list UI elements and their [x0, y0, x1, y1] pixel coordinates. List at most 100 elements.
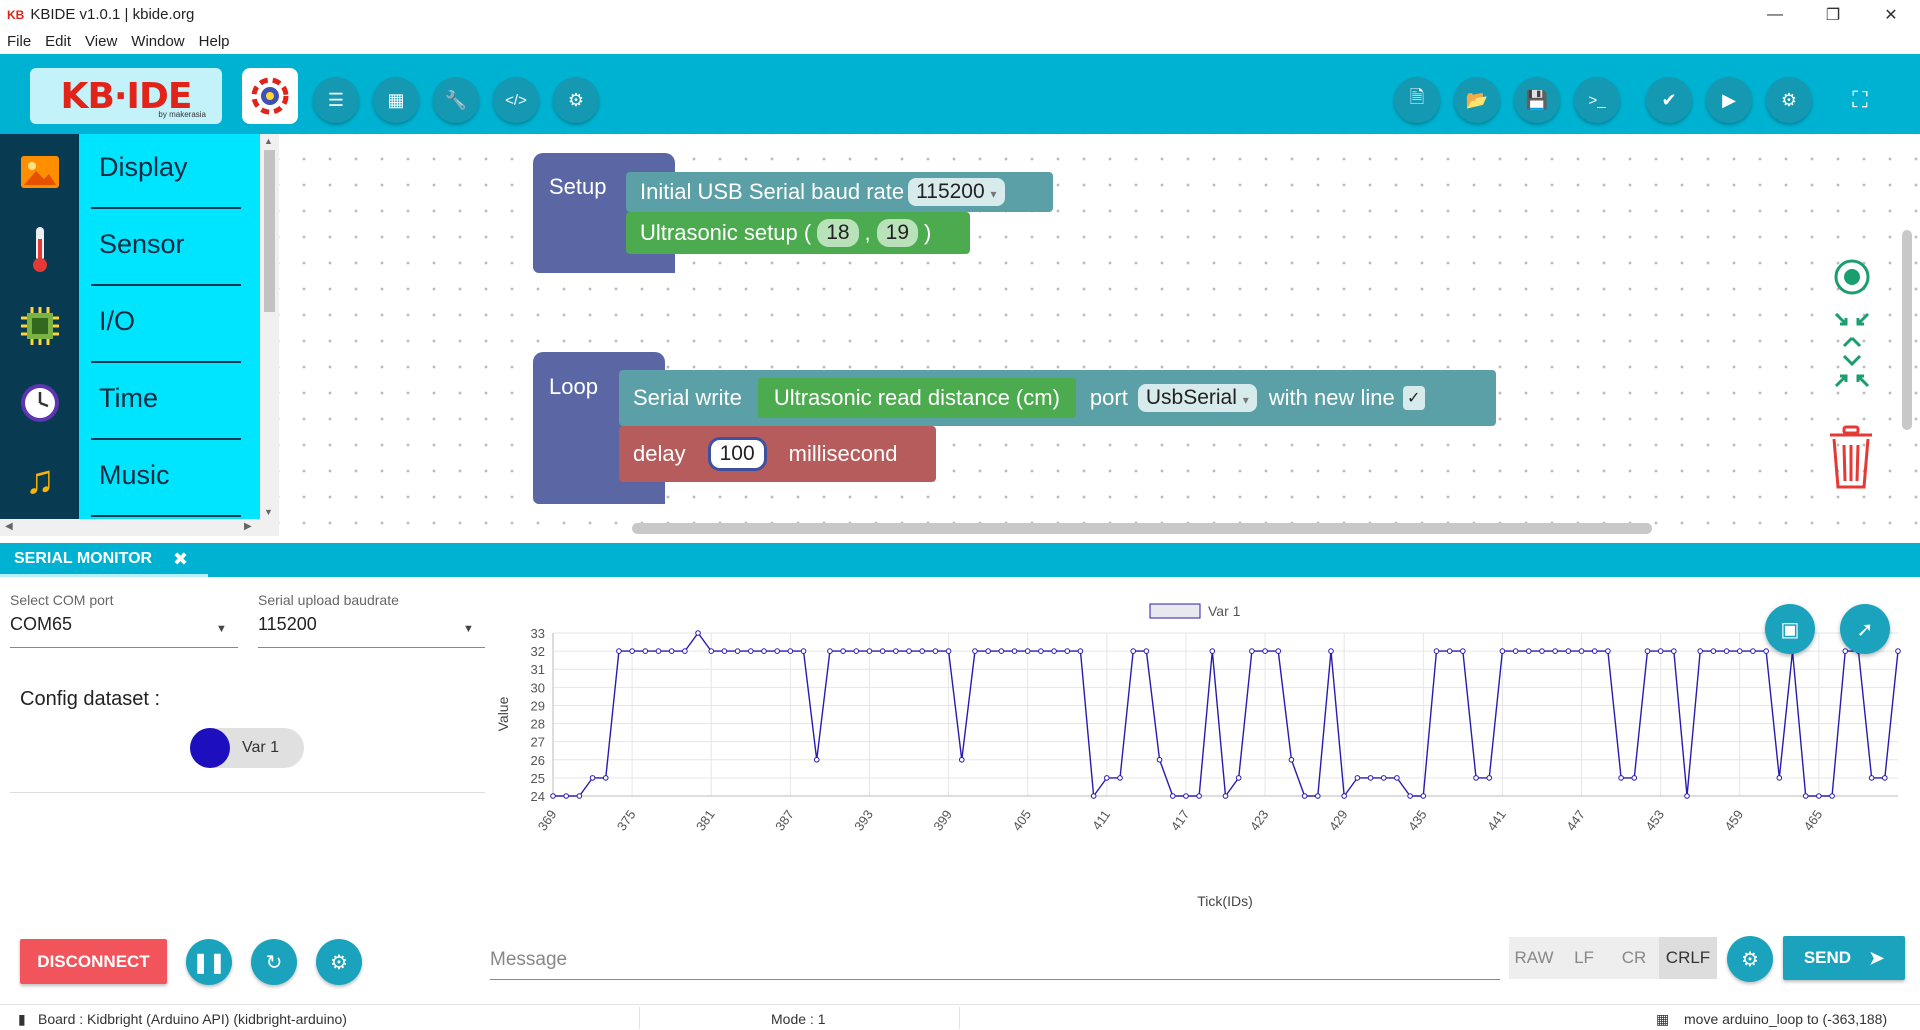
data-point	[1512, 648, 1519, 654]
workspace-vscrollbar[interactable]	[1902, 230, 1912, 430]
board-chip-icon[interactable]: ▦	[373, 77, 419, 123]
data-point	[655, 648, 662, 654]
category-label: Time	[99, 383, 158, 413]
chart-toggle-icon[interactable]: ➚	[1840, 604, 1890, 654]
data-point	[1578, 648, 1585, 654]
new-file-icon[interactable]: 🗎	[1394, 77, 1440, 123]
send-settings-icon[interactable]: ⚙	[1727, 936, 1773, 982]
message-input[interactable]: Message	[490, 940, 1500, 980]
port-dropdown[interactable]: UsbSerial ▾	[1137, 384, 1257, 412]
terminal-icon[interactable]: >_	[1574, 77, 1620, 123]
serial-baud-block[interactable]: Initial USB Serial baud rate 115200 ▾	[626, 172, 1053, 212]
settings-cogs-icon[interactable]: ⚙	[1766, 77, 1812, 123]
menu-file[interactable]: File	[7, 33, 31, 50]
wrench-icon[interactable]: 🔧	[433, 77, 479, 123]
serial-write-block[interactable]: Serial write Ultrasonic read distance (c…	[619, 370, 1496, 426]
newline-checkbox[interactable]: ✓	[1402, 386, 1425, 410]
minimize-button[interactable]: —	[1746, 0, 1804, 29]
com-port-value: COM65	[10, 614, 73, 634]
workspace-hscrollbar[interactable]	[632, 523, 1652, 534]
data-point	[1433, 648, 1440, 654]
data-point	[629, 648, 635, 654]
delay-block[interactable]: delay 100 millisecond	[619, 426, 936, 482]
check-icon[interactable]: ✔	[1646, 77, 1692, 123]
trash-icon[interactable]	[1825, 424, 1877, 492]
data-point	[774, 648, 780, 654]
recenter-icon[interactable]	[1833, 258, 1871, 296]
trig-pin-input[interactable]: 18	[817, 219, 859, 247]
close-window-button[interactable]: ✕	[1862, 0, 1920, 29]
delay-input[interactable]: 100	[707, 437, 767, 471]
restore-button[interactable]: ❐	[1804, 0, 1862, 29]
y-tick-label: 30	[531, 680, 545, 695]
baud-dropdown[interactable]: 115200 ▾	[908, 178, 1005, 206]
code-icon[interactable]: </>	[493, 77, 539, 123]
save-icon[interactable]: 💾	[1514, 77, 1560, 123]
category-sensor[interactable]: Sensor	[0, 211, 260, 288]
x-axis-label: Tick(IDs)	[1197, 893, 1252, 909]
data-point	[879, 648, 886, 654]
fullscreen-icon[interactable]: ⛶	[1837, 77, 1883, 123]
data-point	[1684, 793, 1690, 799]
run-icon[interactable]: ▶	[1706, 77, 1752, 123]
blockly-workspace[interactable]: Setup Initial USB Serial baud rate 11520…	[279, 134, 1920, 536]
data-point	[747, 648, 754, 654]
baudrate-select[interactable]: Serial upload baudrate 115200 ▼	[258, 592, 485, 648]
category-scrollbar[interactable]: ▲ ▼	[260, 134, 279, 519]
pause-icon[interactable]: ❚❚	[186, 939, 232, 985]
serial-plot: 24 25 26 27 28 29 30 31 32 33 369 375 381 387 393 399 40…	[490, 596, 1910, 916]
menu-edit[interactable]: Edit	[45, 33, 71, 50]
refresh-icon[interactable]: ↻	[251, 939, 297, 985]
send-button[interactable]: SEND ➤	[1783, 936, 1905, 980]
line-ending-crlf[interactable]: CRLF	[1659, 937, 1717, 979]
x-tick-label: 447	[1563, 807, 1588, 833]
data-point	[932, 648, 939, 654]
menu-window[interactable]: Window	[131, 33, 184, 50]
disconnect-button[interactable]: DISCONNECT	[20, 939, 167, 984]
line-ending-lf[interactable]: LF	[1559, 937, 1609, 979]
data-point	[550, 793, 556, 799]
category-time[interactable]: Time	[0, 365, 260, 442]
close-tab-icon[interactable]: ✖	[173, 549, 188, 570]
line-ending-raw[interactable]: RAW	[1509, 937, 1559, 979]
plugins-icon[interactable]: ☰	[313, 77, 359, 123]
delay-text: delay	[633, 441, 686, 466]
x-tick-label: 435	[1405, 807, 1430, 833]
category-panel: Display Sensor I/O Time ♫ Music	[0, 134, 260, 519]
clock-icon	[18, 381, 62, 425]
data-point	[1605, 648, 1611, 654]
gear-icon[interactable]: ⚙	[553, 77, 599, 123]
data-point	[1882, 775, 1888, 781]
data-point	[919, 648, 926, 654]
mode-status: Mode : 1	[771, 1011, 826, 1027]
ultrasonic-setup-block[interactable]: Ultrasonic setup ( 18 , 19 )	[626, 212, 970, 254]
category-io[interactable]: I/O	[0, 288, 260, 365]
dataset-chip[interactable]: Var 1	[190, 728, 304, 768]
data-point	[1011, 648, 1018, 654]
y-tick-label: 26	[531, 753, 545, 768]
data-point	[1341, 793, 1347, 799]
com-port-select[interactable]: Select COM port COM65 ▼	[10, 592, 238, 648]
category-hscrollbar[interactable]: ◀ ▶	[0, 519, 279, 536]
x-tick-label: 459	[1721, 807, 1746, 833]
chip-icon	[18, 304, 62, 348]
category-music[interactable]: ♫ Music	[0, 442, 260, 519]
data-point	[563, 793, 569, 799]
board-logo[interactable]	[242, 68, 298, 124]
data-point	[813, 756, 820, 763]
line-ending-cr[interactable]: CR	[1609, 937, 1659, 979]
screenshot-icon[interactable]: ▣	[1765, 604, 1815, 654]
zoom-fit-icon[interactable]	[1830, 310, 1874, 390]
data-point	[1315, 793, 1321, 799]
x-tick-label: 441	[1484, 807, 1509, 833]
serial-settings-icon[interactable]: ⚙	[316, 939, 362, 985]
data-point	[1235, 775, 1242, 781]
category-display[interactable]: Display	[0, 134, 260, 211]
menu-view[interactable]: View	[85, 33, 117, 50]
open-folder-icon[interactable]: 📂	[1454, 77, 1500, 123]
menu-help[interactable]: Help	[199, 33, 230, 50]
data-point	[1644, 648, 1651, 654]
data-point	[1710, 648, 1717, 654]
echo-pin-input[interactable]: 19	[876, 219, 919, 247]
ultrasonic-read-block[interactable]: Ultrasonic read distance (cm)	[757, 378, 1076, 418]
